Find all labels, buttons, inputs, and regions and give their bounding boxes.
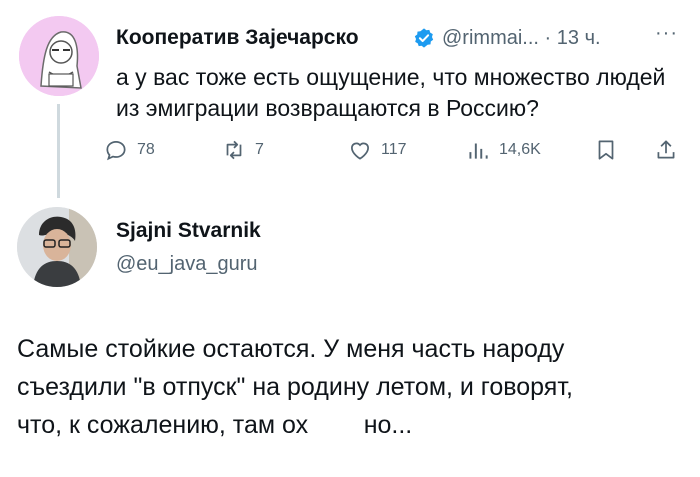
like-button[interactable]: 117 [347,137,407,163]
reply-text-line: Самые стойкие остаются. У меня часть нар… [17,335,565,363]
avatar-sjajni[interactable] [17,207,97,287]
share-icon [657,140,675,159]
reply-button[interactable]: 78 [103,137,155,163]
avatar-photo-icon [17,207,97,287]
author-handle[interactable]: @eu_java_guru [116,253,258,276]
reply-count: 78 [137,141,155,158]
reply-text: Самые стойкие остаются. У меня часть нар… [17,330,687,444]
repost-icon [226,140,242,160]
reply-icon [106,141,126,161]
reply-text-line: съездили "в отпуск" на родину летом, и г… [17,373,573,401]
repost-button[interactable]: 7 [221,137,264,163]
author-handle[interactable]: @rimmai... [442,27,539,49]
author-handle-time: @rimmai... · 13 ч. [442,27,601,50]
heart-icon [351,142,369,160]
reply-text-line: что, к сожалению, там ох но... [17,411,413,439]
tweet-text: а у вас тоже есть ощущение, что множеств… [116,64,666,121]
tweet-time[interactable]: 13 ч. [557,27,601,49]
tweet-actions-bar: 78 7 117 14,6K [103,137,683,167]
bookmark-button[interactable] [593,137,619,163]
like-count: 117 [381,141,407,158]
views-bar-chart-icon [469,143,488,159]
author-name[interactable]: Кооператив Зајечарско [116,26,359,50]
verified-badge-icon [414,28,434,48]
time-separator: · [544,27,552,49]
views-button[interactable]: 14,6K [465,137,541,163]
share-button[interactable] [653,137,679,163]
author-name[interactable]: Sjajni Stvarnik [116,219,261,243]
views-count: 14,6K [499,141,541,158]
bookmark-icon [598,140,614,160]
more-options-icon[interactable]: ··· [655,22,678,45]
thread-connector-line [57,104,60,198]
avatar-drawing-icon [19,16,99,96]
repost-count: 7 [255,141,264,158]
avatar-kooperativ[interactable] [19,16,99,96]
